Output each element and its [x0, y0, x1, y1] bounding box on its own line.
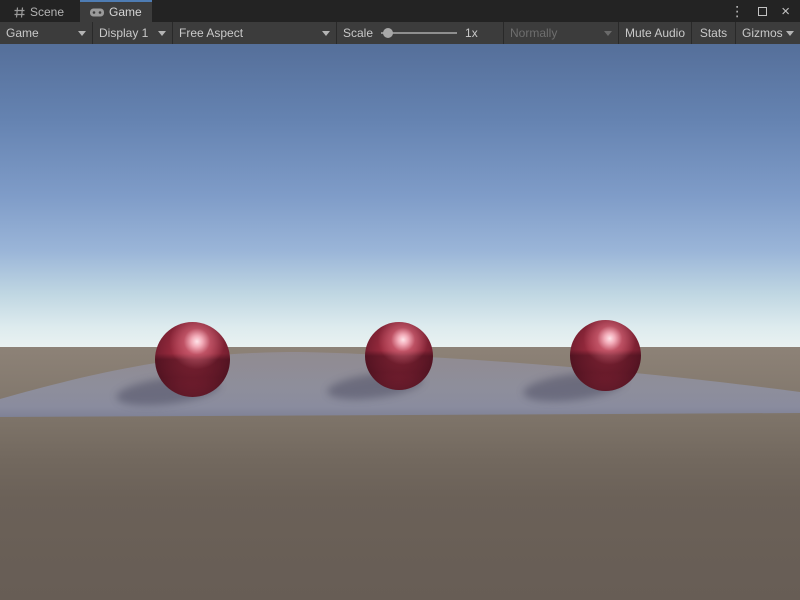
window-controls: ⋮ × — [730, 0, 800, 22]
chevron-down-icon — [158, 31, 166, 36]
play-mode-label: Normally — [510, 26, 557, 40]
scale-label: Scale — [343, 26, 373, 40]
game-popup-label: Game — [6, 26, 39, 40]
scale-slider[interactable] — [381, 27, 457, 39]
mute-audio-label: Mute Audio — [625, 26, 685, 40]
gizmos-label: Gizmos — [742, 26, 783, 40]
stats-button[interactable]: Stats — [691, 22, 735, 44]
kebab-menu-icon[interactable]: ⋮ — [730, 4, 744, 18]
display-label: Display 1 — [99, 26, 148, 40]
tab-scene[interactable]: Scene — [4, 0, 74, 22]
scale-control: Scale 1x — [336, 22, 503, 44]
stats-label: Stats — [700, 26, 727, 40]
mute-audio-button[interactable]: Mute Audio — [618, 22, 691, 44]
tab-bar: Scene Game ⋮ × — [0, 0, 800, 22]
tab-game[interactable]: Game — [80, 0, 152, 22]
close-icon[interactable]: × — [781, 4, 790, 19]
red-sphere-1 — [155, 322, 230, 397]
aspect-ratio-dropdown[interactable]: Free Aspect — [172, 22, 336, 44]
game-view-toolbar: Game Display 1 Free Aspect Scale 1x Norm… — [0, 22, 800, 44]
maximize-icon[interactable] — [758, 7, 767, 16]
red-sphere-2 — [365, 322, 433, 390]
scale-slider-knob[interactable] — [383, 28, 393, 38]
aspect-label: Free Aspect — [179, 26, 243, 40]
tab-bar-spacer — [152, 0, 731, 22]
grid-icon — [14, 7, 25, 18]
game-viewport[interactable] — [0, 44, 800, 600]
display-dropdown[interactable]: Display 1 — [92, 22, 172, 44]
game-popup-dropdown[interactable]: Game — [0, 22, 92, 44]
tab-scene-label: Scene — [30, 5, 64, 19]
unity-game-view-window: Scene Game ⋮ × Game Display 1 — [0, 0, 800, 600]
chevron-down-icon — [322, 31, 330, 36]
play-mode-dropdown[interactable]: Normally — [503, 22, 618, 44]
gizmos-dropdown[interactable]: Gizmos — [735, 22, 800, 44]
scale-value: 1x — [465, 26, 478, 40]
red-sphere-3 — [570, 320, 641, 391]
chevron-down-icon — [604, 31, 612, 36]
chevron-down-icon — [78, 31, 86, 36]
chevron-down-icon — [786, 31, 794, 36]
gamepad-icon — [90, 8, 104, 17]
tab-game-label: Game — [109, 5, 142, 19]
